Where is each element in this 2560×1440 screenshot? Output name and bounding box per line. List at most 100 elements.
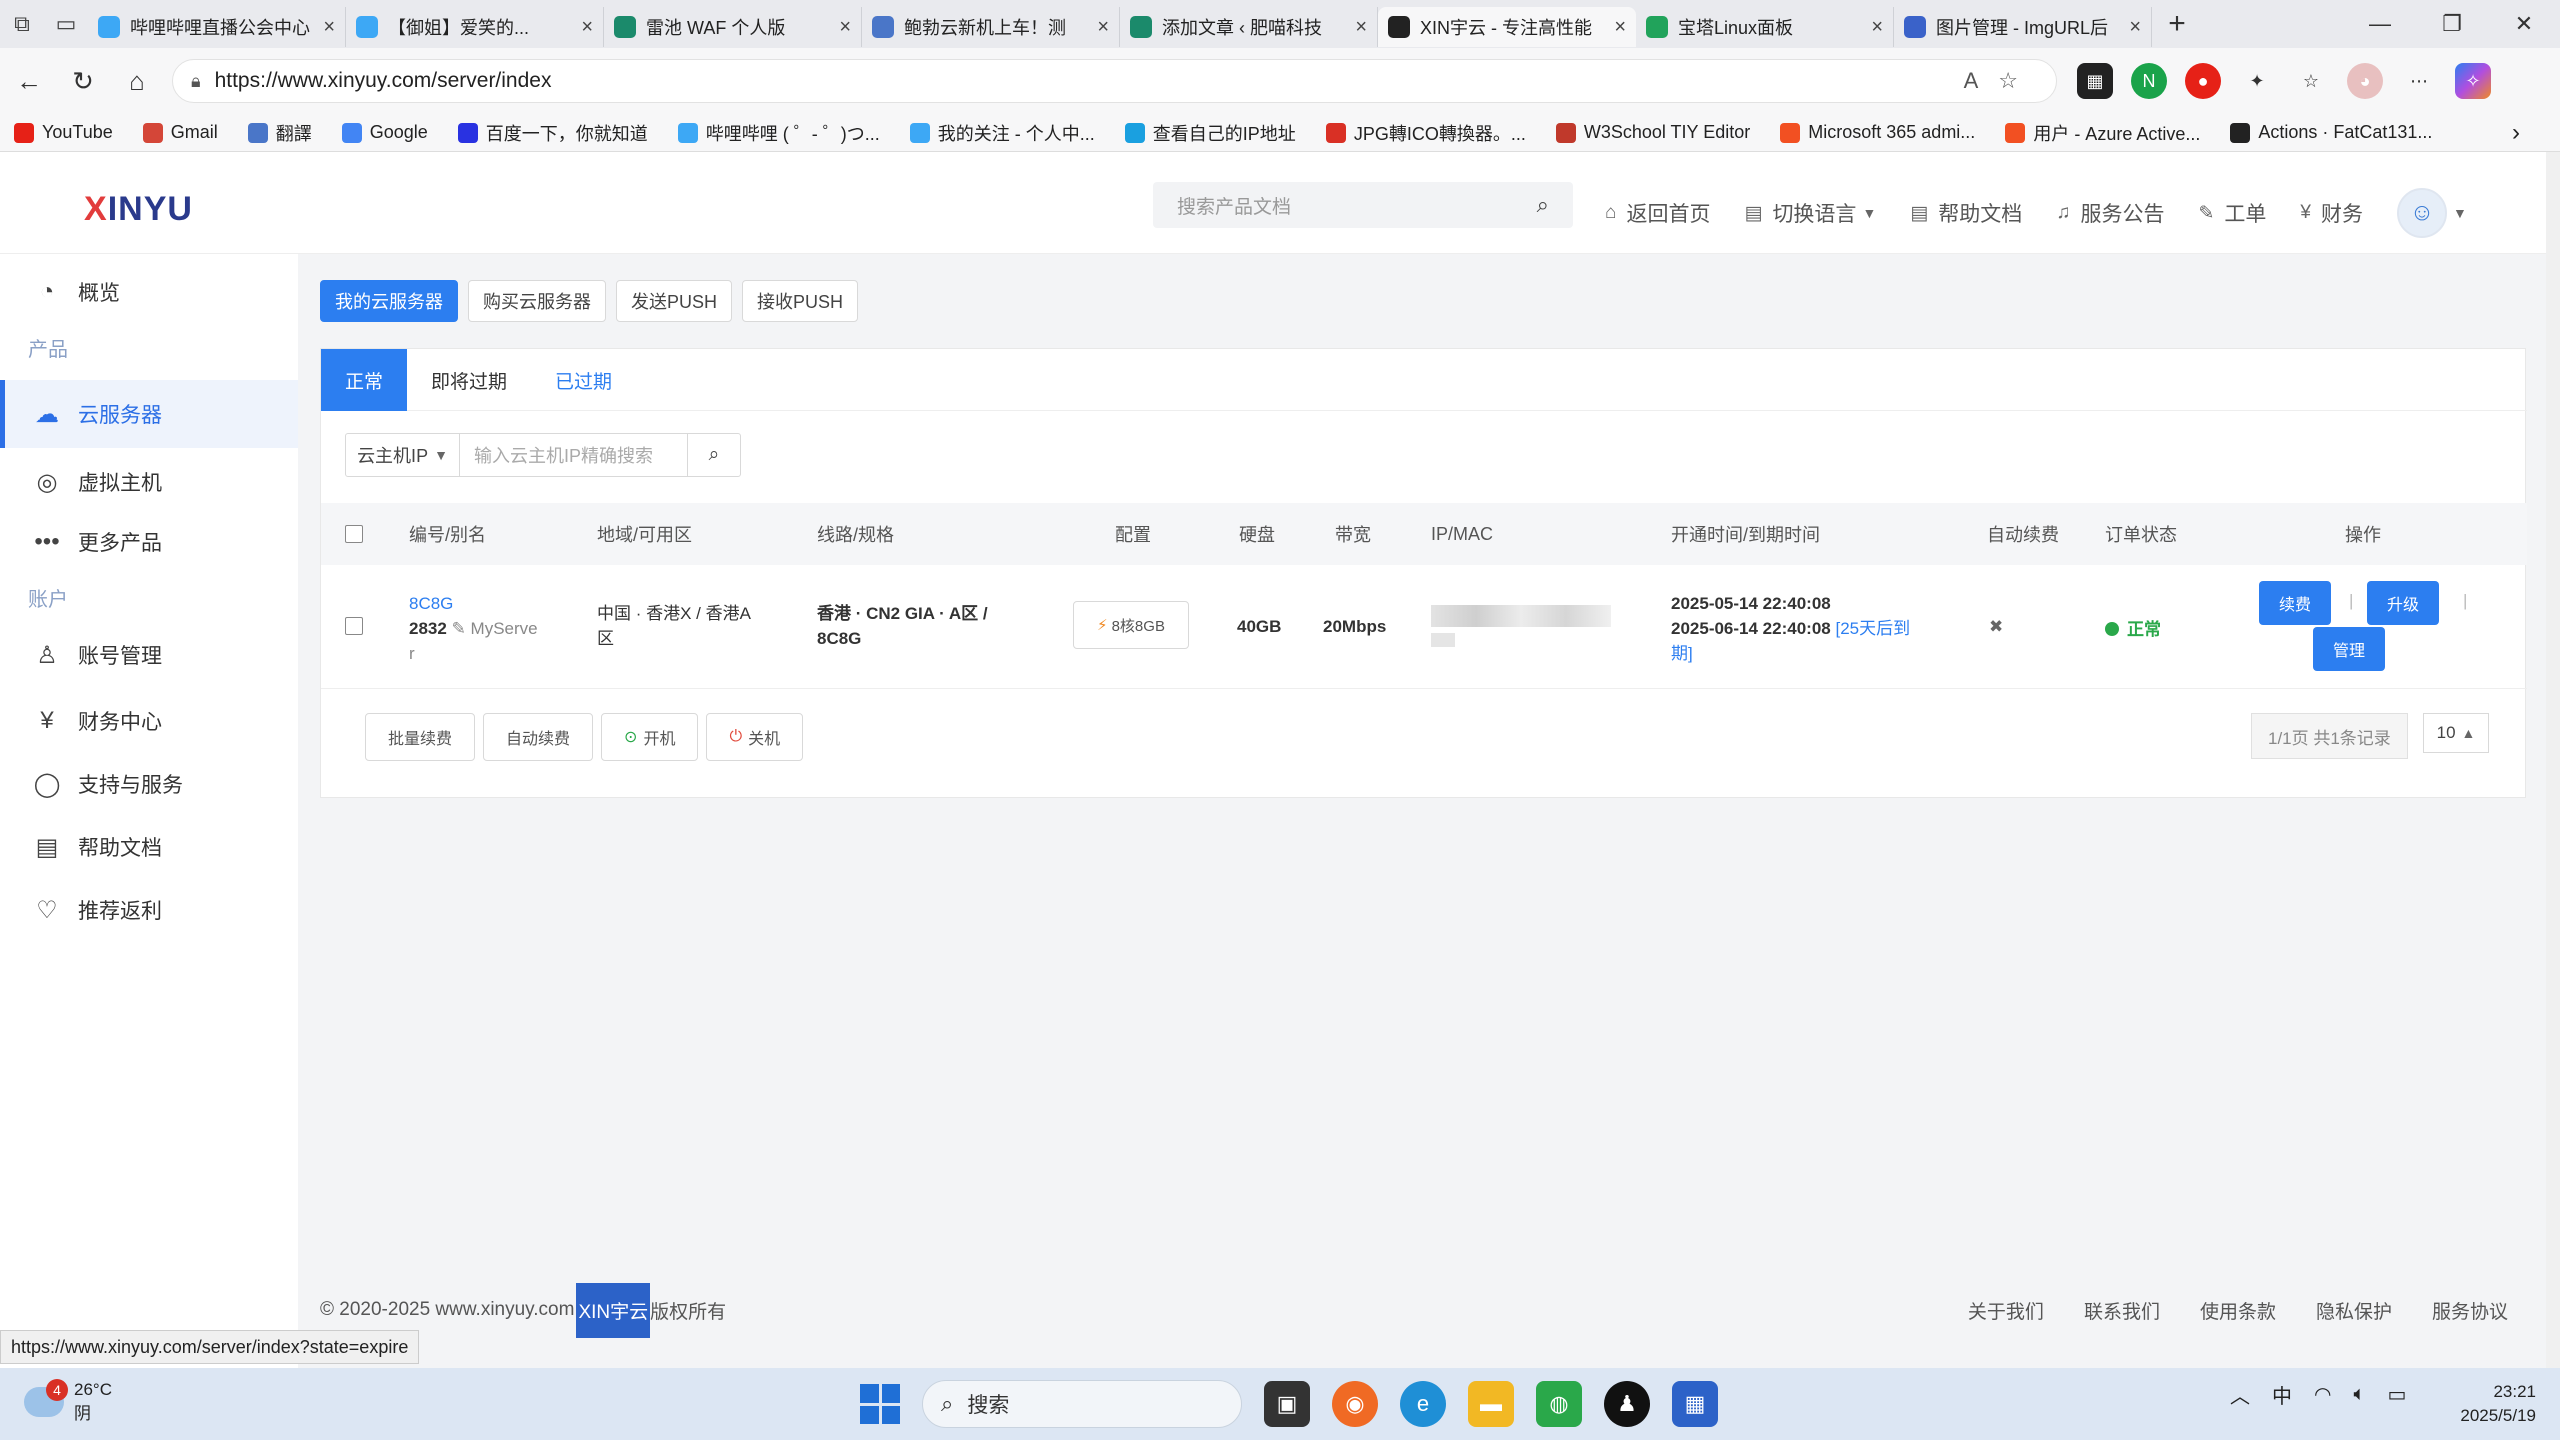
- bookmark-item[interactable]: Gmail: [142, 120, 218, 146]
- taskbar-search[interactable]: ⌕ 搜索: [922, 1380, 1242, 1428]
- tab-normal[interactable]: 正常: [321, 349, 408, 411]
- bookmark-item[interactable]: Google: [341, 120, 428, 146]
- browser-tab[interactable]: 添加文章 ‹ 肥喵科技 ×: [1120, 7, 1378, 47]
- sidebar-item-overview[interactable]: ◔ 概览: [0, 262, 298, 322]
- file-explorer-icon[interactable]: ▬: [1468, 1381, 1514, 1427]
- browser-tab[interactable]: 宝塔Linux面板 ×: [1636, 7, 1894, 47]
- buy-server-button[interactable]: 购买云服务器: [468, 280, 606, 322]
- firefox-icon[interactable]: ◉: [1332, 1381, 1378, 1427]
- favorites-icon[interactable]: ☆: [2293, 63, 2329, 99]
- profile-avatar[interactable]: ◕: [2347, 63, 2383, 99]
- bookmarks-more-icon[interactable]: ›: [2512, 119, 2520, 147]
- browser-tab[interactable]: 雷池 WAF 个人版 ×: [604, 7, 862, 47]
- new-tab-button[interactable]: +: [2152, 7, 2202, 41]
- footer-link[interactable]: 关于我们: [1968, 1297, 2044, 1324]
- weather-widget[interactable]: 4 26°C 阴: [24, 1378, 112, 1426]
- sidebar-item-account[interactable]: ♙ 账号管理: [0, 622, 298, 688]
- ime-indicator[interactable]: 中: [2272, 1380, 2292, 1409]
- tab-actions-icon[interactable]: ▭: [44, 0, 88, 48]
- ip-search-input[interactable]: 输入云主机IP精确搜索: [460, 434, 688, 476]
- qq-icon[interactable]: ♟: [1604, 1381, 1650, 1427]
- server-code-link[interactable]: 8C8G: [409, 591, 538, 616]
- upgrade-button[interactable]: 升级: [2367, 581, 2440, 625]
- browser-tab[interactable]: 【御姐】爱笑的... ×: [346, 7, 604, 47]
- sidebar-item-finance[interactable]: ¥ 财务中心: [0, 688, 298, 754]
- sidebar-item-virtual-host[interactable]: ◎ 虚拟主机: [0, 452, 298, 512]
- footer-link[interactable]: 隐私保护: [2316, 1297, 2392, 1324]
- extension-icon[interactable]: ●: [2185, 63, 2221, 99]
- footer-brand[interactable]: XIN宇云: [576, 1282, 651, 1338]
- close-tab-icon[interactable]: ×: [1355, 16, 1367, 39]
- edit-alias-icon[interactable]: ✎: [452, 619, 466, 638]
- wechat-icon[interactable]: ◍: [1536, 1381, 1582, 1427]
- extension-icon[interactable]: N: [2131, 63, 2167, 99]
- power-off-button[interactable]: ⏻︎ 关机: [706, 713, 804, 761]
- copilot-icon[interactable]: ✧: [2455, 63, 2491, 99]
- workspaces-icon[interactable]: ⧉: [0, 0, 44, 48]
- close-tab-icon[interactable]: ×: [581, 16, 593, 39]
- browser-tab[interactable]: 哔哩哔哩直播公会中心 ×: [88, 7, 346, 47]
- page-scrollbar[interactable]: [2546, 152, 2560, 1368]
- bookmark-item[interactable]: 查看自己的IP地址: [1124, 120, 1296, 146]
- bookmark-item[interactable]: 哔哩哔哩 ( ゜- ゜)つ...: [677, 120, 880, 146]
- edge-icon[interactable]: e: [1400, 1381, 1446, 1427]
- send-push-button[interactable]: 发送PUSH: [616, 280, 733, 322]
- doc-search-input[interactable]: 搜索产品文档 ⌕: [1153, 182, 1573, 228]
- sidebar-item-cloud-server[interactable]: ☁ 云服务器: [0, 380, 298, 448]
- browser-tab[interactable]: 鲍勃云新机上车！测 ×: [862, 7, 1120, 47]
- header-nav-finance[interactable]: ¥ 财务: [2300, 198, 2363, 228]
- extension-icon[interactable]: ▦: [2077, 63, 2113, 99]
- filter-field-select[interactable]: 云主机IP ▼: [346, 434, 460, 476]
- close-tab-icon[interactable]: ×: [1871, 16, 1883, 39]
- remote-desktop-icon[interactable]: ▦: [1672, 1381, 1718, 1427]
- close-tab-icon[interactable]: ×: [2129, 16, 2141, 39]
- extensions-puzzle-icon[interactable]: ✦: [2239, 63, 2275, 99]
- bookmark-item[interactable]: 我的关注 - 个人中...: [909, 120, 1095, 146]
- bookmark-item[interactable]: W3School TIY Editor: [1555, 120, 1750, 146]
- receive-push-button[interactable]: 接收PUSH: [742, 280, 859, 322]
- restore-button[interactable]: ❐: [2416, 11, 2488, 37]
- volume-icon[interactable]: 🔈︎: [2353, 1383, 2365, 1406]
- bookmark-item[interactable]: Actions · FatCat131...: [2230, 120, 2432, 146]
- row-checkbox[interactable]: [345, 617, 363, 635]
- renew-button[interactable]: 续费: [2259, 581, 2332, 625]
- back-button[interactable]: ←: [2, 66, 56, 97]
- close-tab-icon[interactable]: ×: [839, 16, 851, 39]
- header-nav-language[interactable]: ▤ 切换语言 ▼: [1744, 198, 1876, 228]
- close-tab-icon[interactable]: ×: [1097, 16, 1109, 39]
- bulk-renew-button[interactable]: 批量续费: [365, 713, 476, 761]
- taskbar-clock[interactable]: 23:21 2025/5/19: [2430, 1380, 2536, 1428]
- site-logo[interactable]: XINYU: [84, 190, 193, 229]
- start-button[interactable]: [860, 1384, 900, 1424]
- auto-renew-button[interactable]: 自动续费: [483, 713, 594, 761]
- task-view-icon[interactable]: ▣: [1264, 1381, 1310, 1427]
- tray-chevron-icon[interactable]: ︿: [2230, 1380, 2250, 1409]
- battery-icon[interactable]: ▭: [2387, 1382, 2406, 1407]
- sidebar-item-referral[interactable]: ♡ 推荐返利: [0, 880, 298, 940]
- footer-link[interactable]: 服务协议: [2432, 1297, 2508, 1324]
- my-servers-button[interactable]: 我的云服务器: [320, 280, 458, 322]
- bookmark-item[interactable]: YouTube: [14, 120, 113, 146]
- search-button[interactable]: ⌕: [688, 434, 740, 476]
- sidebar-item-help[interactable]: ▤ 帮助文档: [0, 814, 298, 880]
- sidebar-item-support[interactable]: ◯ 支持与服务: [0, 754, 298, 814]
- user-menu[interactable]: ☺ ▼: [2397, 188, 2467, 238]
- browser-tab[interactable]: 图片管理 - ImgURL后 ×: [1894, 7, 2152, 47]
- home-button[interactable]: ⌂: [110, 66, 164, 97]
- power-on-button[interactable]: ⊙ 开机: [601, 713, 699, 761]
- sidebar-item-more-products[interactable]: ••• 更多产品: [0, 512, 298, 572]
- tab-expiring[interactable]: 即将过期: [407, 349, 531, 411]
- wifi-icon[interactable]: ◠: [2314, 1382, 2331, 1407]
- header-nav-home[interactable]: ⌂ 返回首页: [1605, 198, 1710, 228]
- minimize-button[interactable]: —: [2344, 11, 2416, 37]
- close-tab-icon[interactable]: ×: [323, 16, 335, 39]
- manage-button[interactable]: 管理: [2313, 627, 2386, 671]
- browser-tab[interactable]: XIN宇云 - 专注高性能 ×: [1378, 7, 1636, 47]
- tab-expired[interactable]: 已过期: [531, 349, 636, 411]
- close-tab-icon[interactable]: ×: [1614, 16, 1626, 39]
- header-nav-tickets[interactable]: ✎ 工单: [2199, 198, 2267, 228]
- read-aloud-favorite-icons[interactable]: A☆: [1964, 68, 2038, 94]
- bookmark-item[interactable]: 百度一下，你就知道: [457, 120, 648, 146]
- select-all-checkbox[interactable]: [345, 525, 363, 543]
- bookmark-item[interactable]: Microsoft 365 admi...: [1780, 120, 1975, 146]
